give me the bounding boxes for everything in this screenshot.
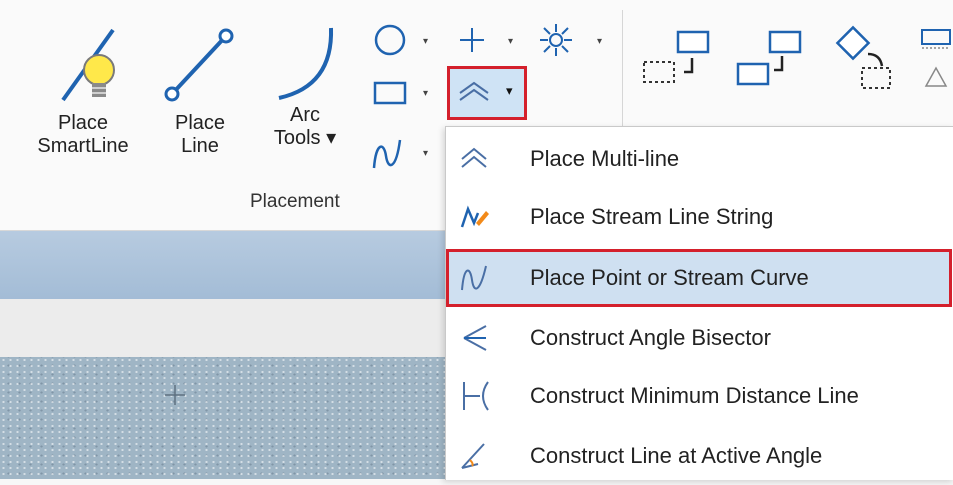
smartline-bulb-icon	[61, 28, 115, 102]
scale-tool-icon[interactable]	[918, 26, 953, 92]
multi-line-tool-dropdown[interactable]: ▾	[506, 83, 513, 99]
menu-item-place-multi-line[interactable]: Place Multi-line	[446, 130, 953, 188]
place-line-label-2: Line	[181, 135, 219, 157]
stream-curve-tool-icon[interactable]	[368, 134, 408, 174]
rectangle-tool-dropdown[interactable]: ▾	[423, 88, 428, 99]
target-tool-dropdown[interactable]: ▾	[597, 36, 602, 47]
place-smartline-button[interactable]: Place SmartLine	[18, 20, 148, 158]
place-line-icon	[164, 28, 234, 102]
place-line-button[interactable]: Place Line	[150, 20, 250, 158]
point-tool-dropdown[interactable]: ▾	[508, 36, 513, 47]
place-smartline-label-2: SmartLine	[37, 135, 129, 157]
menu-item-label: Construct Line at Active Angle	[530, 443, 823, 468]
menu-item-label: Place Point or Stream Curve	[530, 265, 809, 290]
circle-tool-dropdown[interactable]: ▾	[423, 36, 428, 47]
menu-item-label: Place Stream Line String	[530, 204, 774, 229]
menu-item-construct-minimum-distance-line[interactable]: Construct Minimum Distance Line	[446, 367, 953, 425]
minimum-distance-icon	[463, 381, 489, 411]
crosshair-cursor-icon	[165, 385, 185, 405]
menu-item-construct-line-at-active-angle[interactable]: Construct Line at Active Angle	[446, 427, 953, 485]
menu-item-label: Construct Minimum Distance Line	[530, 383, 859, 408]
menu-item-place-point-or-stream-curve[interactable]: Place Point or Stream Curve	[446, 249, 952, 307]
multi-line-icon	[459, 81, 489, 101]
place-line-label-1: Place	[174, 112, 226, 134]
angle-bisector-icon	[463, 325, 487, 351]
active-angle-line-icon	[461, 443, 485, 469]
arc-tools-label-2: Tools ▾	[273, 127, 337, 149]
target-tool-icon[interactable]	[538, 22, 574, 58]
stream-curve-icon	[461, 265, 487, 291]
multi-line-icon	[461, 147, 487, 168]
menu-item-place-stream-line-string[interactable]: Place Stream Line String	[446, 188, 953, 246]
place-smartline-label-1: Place	[57, 112, 109, 134]
multi-line-tool-button[interactable]: ▾	[447, 66, 527, 120]
stream-line-string-icon	[460, 205, 489, 228]
placement-group-label: Placement	[250, 191, 340, 212]
arc-icon	[278, 27, 334, 100]
menu-item-construct-angle-bisector[interactable]: Construct Angle Bisector	[446, 309, 953, 367]
move-tool-icon[interactable]	[640, 26, 712, 92]
rotate-tool-icon[interactable]	[832, 24, 904, 94]
menu-item-label: Place Multi-line	[530, 146, 680, 171]
stream-curve-tool-dropdown[interactable]: ▾	[423, 148, 428, 159]
copy-tool-icon[interactable]	[734, 26, 806, 92]
rectangle-tool-icon[interactable]	[372, 78, 408, 108]
circle-tool-icon[interactable]	[372, 22, 408, 58]
menu-item-label: Construct Angle Bisector	[530, 325, 771, 350]
multi-line-dropdown-menu: Place Multi-line Place Stream Line Strin…	[445, 126, 953, 480]
point-tool-icon[interactable]	[458, 26, 486, 54]
arc-tools-button[interactable]: Arc Tools ▾	[255, 20, 355, 150]
arc-tools-label-1: Arc	[290, 104, 320, 126]
